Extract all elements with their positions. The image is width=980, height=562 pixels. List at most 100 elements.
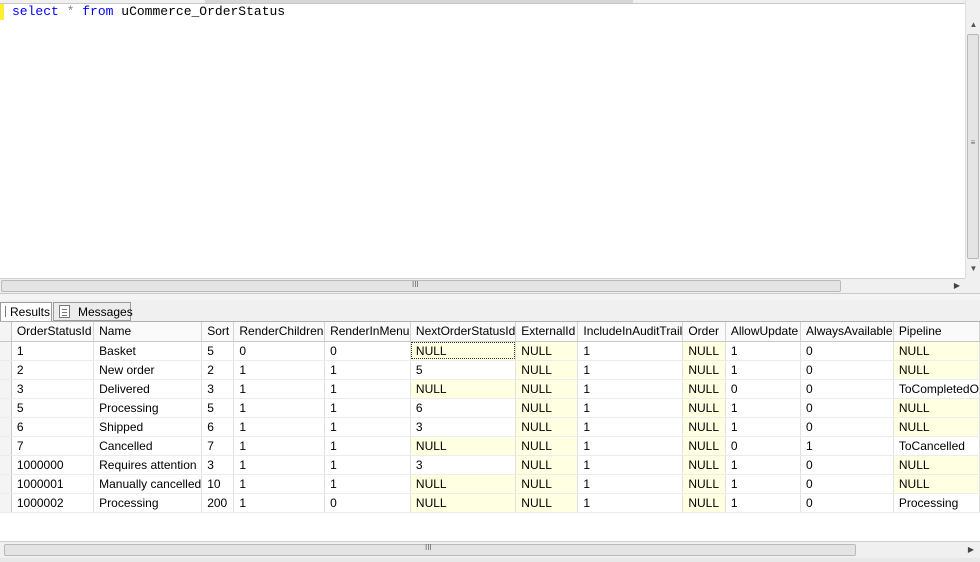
table-cell[interactable]: 0 bbox=[800, 474, 894, 494]
table-cell[interactable]: 1000001 bbox=[11, 474, 95, 494]
column-header[interactable]: OrderStatusId bbox=[11, 322, 95, 342]
table-cell[interactable]: Basket bbox=[93, 341, 203, 361]
table-cell[interactable]: 5 bbox=[11, 398, 95, 418]
table-cell[interactable]: NULL bbox=[682, 493, 726, 513]
table-cell[interactable]: NULL bbox=[410, 341, 517, 361]
table-cell[interactable]: ToCancelled bbox=[893, 436, 980, 456]
table-cell[interactable]: 1 bbox=[577, 417, 684, 437]
table-cell[interactable]: 3 bbox=[11, 379, 95, 399]
table-row[interactable]: 1000002 Processing 200 1 0 NULL NULL 1 NULL 1 0 Pro… bbox=[0, 493, 980, 513]
table-cell[interactable]: 6 bbox=[410, 398, 517, 418]
table-cell[interactable]: 1 bbox=[324, 436, 411, 456]
table-cell[interactable]: 1 bbox=[577, 474, 684, 494]
table-cell[interactable]: 5 bbox=[410, 360, 517, 380]
table-row[interactable]: 7 Cancelled 7 1 1 NULL NULL 1 NULL 0 1 ToCancelled bbox=[0, 436, 980, 456]
tab-results[interactable]: Results bbox=[0, 302, 52, 321]
table-cell[interactable]: Processing bbox=[893, 493, 980, 513]
table-cell[interactable]: NULL bbox=[410, 493, 517, 513]
table-cell[interactable]: 1 bbox=[233, 379, 326, 399]
column-header[interactable]: Pipeline bbox=[893, 322, 980, 342]
table-cell[interactable]: Processing bbox=[93, 398, 203, 418]
table-cell[interactable]: 5 bbox=[201, 341, 235, 361]
table-cell[interactable]: New order bbox=[93, 360, 203, 380]
table-cell[interactable]: 1 bbox=[324, 455, 411, 475]
table-cell[interactable]: NULL bbox=[893, 417, 980, 437]
editor-horizontal-scrollbar[interactable]: III ▶ bbox=[0, 278, 965, 293]
query-editor[interactable]: select * from uCommerce_OrderStatus ▲ ≡ … bbox=[0, 0, 980, 293]
row-selector[interactable] bbox=[0, 379, 12, 399]
table-row[interactable]: 2 New order 2 1 1 5 NULL 1 NULL 1 0 NULL bbox=[0, 360, 980, 380]
table-cell[interactable]: 1 bbox=[577, 493, 684, 513]
table-cell[interactable]: 2 bbox=[201, 360, 235, 380]
column-header[interactable]: Name bbox=[93, 322, 203, 342]
pane-splitter[interactable] bbox=[0, 293, 980, 300]
row-selector[interactable] bbox=[0, 341, 12, 361]
table-cell[interactable]: 1 bbox=[725, 398, 802, 418]
table-cell[interactable]: 1 bbox=[725, 417, 802, 437]
table-cell[interactable]: 3 bbox=[410, 455, 517, 475]
table-cell[interactable]: 1 bbox=[233, 474, 326, 494]
table-cell[interactable]: Requires attention bbox=[93, 455, 203, 475]
row-selector[interactable] bbox=[0, 398, 12, 418]
table-cell[interactable]: ToCompletedO bbox=[893, 379, 980, 399]
table-cell[interactable]: 2 bbox=[11, 360, 95, 380]
table-row[interactable]: 1000000 Requires attention 3 1 1 3 NULL 1 NULL 1 0… bbox=[0, 455, 980, 475]
table-cell[interactable]: 1 bbox=[324, 398, 411, 418]
table-cell[interactable]: 1 bbox=[725, 360, 802, 380]
table-cell[interactable]: 1 bbox=[725, 341, 802, 361]
table-cell[interactable]: NULL bbox=[410, 379, 517, 399]
table-cell[interactable]: Shipped bbox=[93, 417, 203, 437]
editor-vertical-scroll-thumb[interactable]: ≡ bbox=[967, 34, 979, 259]
scroll-right-arrow-icon[interactable]: ▶ bbox=[964, 543, 978, 556]
table-cell[interactable]: 1 bbox=[800, 436, 894, 456]
table-cell[interactable]: 0 bbox=[800, 341, 894, 361]
row-selector[interactable] bbox=[0, 436, 12, 456]
table-row[interactable]: 5 Processing 5 1 1 6 NULL 1 NULL 1 0 NULL bbox=[0, 398, 980, 418]
table-cell[interactable]: NULL bbox=[682, 379, 726, 399]
row-selector[interactable] bbox=[0, 455, 12, 475]
select-all-corner[interactable] bbox=[0, 322, 12, 342]
table-cell[interactable]: NULL bbox=[410, 474, 517, 494]
table-cell[interactable]: 3 bbox=[410, 417, 517, 437]
table-row[interactable]: 6 Shipped 6 1 1 3 NULL 1 NULL 1 0 NULL bbox=[0, 417, 980, 437]
results-table[interactable]: OrderStatusId Name Sort RenderChildren Rende… bbox=[0, 322, 980, 513]
table-cell[interactable]: 7 bbox=[11, 436, 95, 456]
table-cell[interactable]: 1000000 bbox=[11, 455, 95, 475]
table-cell[interactable]: 0 bbox=[800, 493, 894, 513]
table-cell[interactable]: 1 bbox=[577, 341, 684, 361]
table-cell[interactable]: 0 bbox=[800, 417, 894, 437]
table-cell[interactable]: NULL bbox=[515, 436, 579, 456]
table-row[interactable]: 1 Basket 5 0 0 NULL NULL 1 NULL 1 0 NULL bbox=[0, 341, 980, 361]
table-cell[interactable]: Cancelled bbox=[93, 436, 203, 456]
column-header[interactable]: ExternalId bbox=[515, 322, 579, 342]
table-cell[interactable]: NULL bbox=[682, 417, 726, 437]
table-cell[interactable]: Manually cancelled bbox=[93, 474, 203, 494]
table-cell[interactable]: NULL bbox=[682, 474, 726, 494]
row-selector[interactable] bbox=[0, 417, 12, 437]
table-cell[interactable]: NULL bbox=[682, 360, 726, 380]
table-cell[interactable]: NULL bbox=[515, 455, 579, 475]
table-cell[interactable]: 0 bbox=[800, 360, 894, 380]
table-cell[interactable]: 0 bbox=[725, 436, 802, 456]
table-cell[interactable]: 1 bbox=[577, 436, 684, 456]
table-cell[interactable]: 1 bbox=[324, 474, 411, 494]
scroll-up-arrow-icon[interactable]: ▲ bbox=[966, 18, 980, 32]
table-cell[interactable]: 1 bbox=[233, 455, 326, 475]
table-cell[interactable]: Delivered bbox=[93, 379, 203, 399]
table-cell[interactable]: 1000002 bbox=[11, 493, 95, 513]
column-header[interactable]: RenderChildren bbox=[233, 322, 326, 342]
table-cell[interactable]: 6 bbox=[201, 417, 235, 437]
table-cell[interactable]: 10 bbox=[201, 474, 235, 494]
grid-horizontal-scrollbar[interactable]: III ▶ bbox=[0, 541, 980, 558]
table-cell[interactable]: NULL bbox=[515, 360, 579, 380]
table-cell[interactable]: 1 bbox=[324, 360, 411, 380]
sql-query-line[interactable]: select * from uCommerce_OrderStatus bbox=[12, 4, 285, 20]
table-cell[interactable]: NULL bbox=[682, 341, 726, 361]
table-cell[interactable]: 0 bbox=[800, 379, 894, 399]
table-cell[interactable]: 1 bbox=[11, 341, 95, 361]
table-cell[interactable]: 1 bbox=[725, 493, 802, 513]
table-cell[interactable]: NULL bbox=[682, 455, 726, 475]
column-header[interactable]: Sort bbox=[201, 322, 235, 342]
table-cell[interactable]: NULL bbox=[893, 474, 980, 494]
table-cell[interactable]: NULL bbox=[893, 398, 980, 418]
